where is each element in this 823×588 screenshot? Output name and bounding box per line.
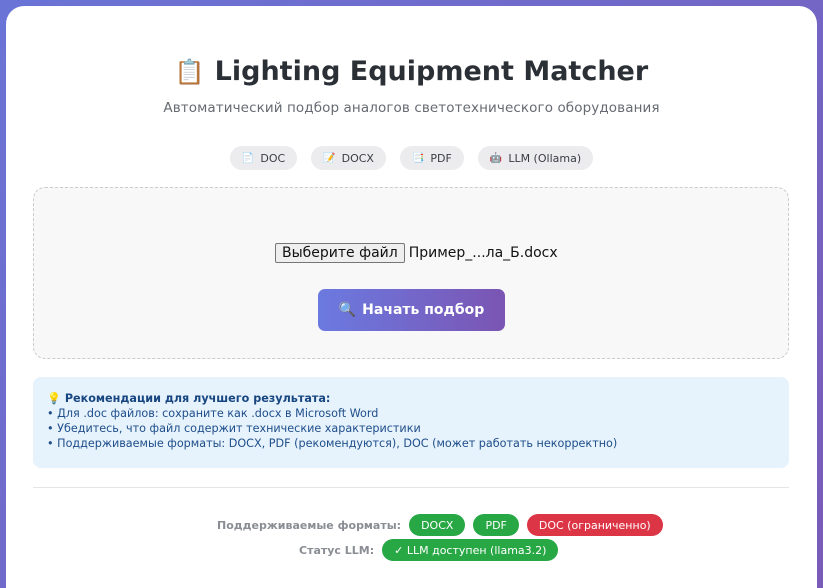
- recommendations-title-text: Рекомендации для лучшего результата:: [64, 392, 331, 405]
- upload-dropzone[interactable]: Выберите файл Пример_...ла_Б.docx 🔍 Нача…: [33, 187, 789, 359]
- file-input[interactable]: Выберите файл Пример_...ла_Б.docx: [275, 243, 558, 263]
- llm-status-badge: ✓ LLM доступен (llama3.2): [382, 539, 559, 561]
- document-icon: 📄: [241, 152, 255, 164]
- page-title-text: Lighting Equipment Matcher: [214, 56, 649, 87]
- recommendation-item: • Убедитесь, что файл содержит техническ…: [47, 422, 421, 435]
- llm-status-row: Статус LLM: ✓ LLM доступен (llama3.2): [299, 539, 559, 561]
- divider: [33, 487, 789, 488]
- format-chip-label: DOCX: [341, 151, 374, 165]
- recommendation-item: • Поддерживаемые форматы: DOCX, PDF (рек…: [47, 437, 618, 450]
- format-badge-docx: DOCX: [409, 514, 466, 536]
- format-badge-pdf: PDF: [473, 514, 519, 536]
- recommendation-item: • Для .doc файлов: сохраните как .docx в…: [47, 407, 379, 420]
- format-chip-label: LLM (Ollama): [508, 151, 582, 165]
- format-chip-label: PDF: [430, 151, 452, 165]
- page-subtitle: Автоматический подбор аналогов светотехн…: [163, 100, 660, 116]
- page-title: 📋 Lighting Equipment Matcher: [0, 54, 823, 90]
- start-matching-label: Начать подбор: [362, 302, 485, 318]
- clipboard-icon: 📋: [174, 58, 205, 86]
- format-chip-pdf: 📑 PDF: [399, 146, 464, 170]
- format-chip-label: DOC: [260, 151, 286, 165]
- format-chip-llm: 🤖 LLM (Ollama): [477, 146, 594, 170]
- lightbulb-icon: 💡: [47, 392, 61, 405]
- format-chips: 📄 DOC 📝 DOCX 📑 PDF 🤖 LLM (Ollama): [0, 146, 823, 170]
- supported-formats-row: Поддерживаемые форматы: DOCX PDF DOC (ог…: [217, 514, 663, 536]
- pdf-icon: 📑: [411, 152, 425, 164]
- supported-formats-label: Поддерживаемые форматы:: [217, 518, 402, 532]
- memo-icon: 📝: [323, 152, 336, 164]
- recommendations-title: 💡 Рекомендации для лучшего результата:: [47, 391, 789, 406]
- format-chip-doc: 📄 DOC: [229, 146, 298, 170]
- format-chip-docx: 📝 DOCX: [311, 146, 386, 170]
- selected-file-name: Пример_...ла_Б.docx: [408, 245, 558, 261]
- robot-icon: 🤖: [489, 152, 503, 164]
- recommendations-box: 💡 Рекомендации для лучшего результата: •…: [33, 377, 789, 468]
- llm-status-label: Статус LLM:: [299, 543, 375, 557]
- format-badge-doc: DOC (ограниченно): [526, 514, 663, 536]
- start-matching-button[interactable]: 🔍 Начать подбор: [318, 289, 505, 331]
- choose-file-button[interactable]: Выберите файл: [275, 243, 405, 263]
- search-icon: 🔍: [338, 302, 357, 318]
